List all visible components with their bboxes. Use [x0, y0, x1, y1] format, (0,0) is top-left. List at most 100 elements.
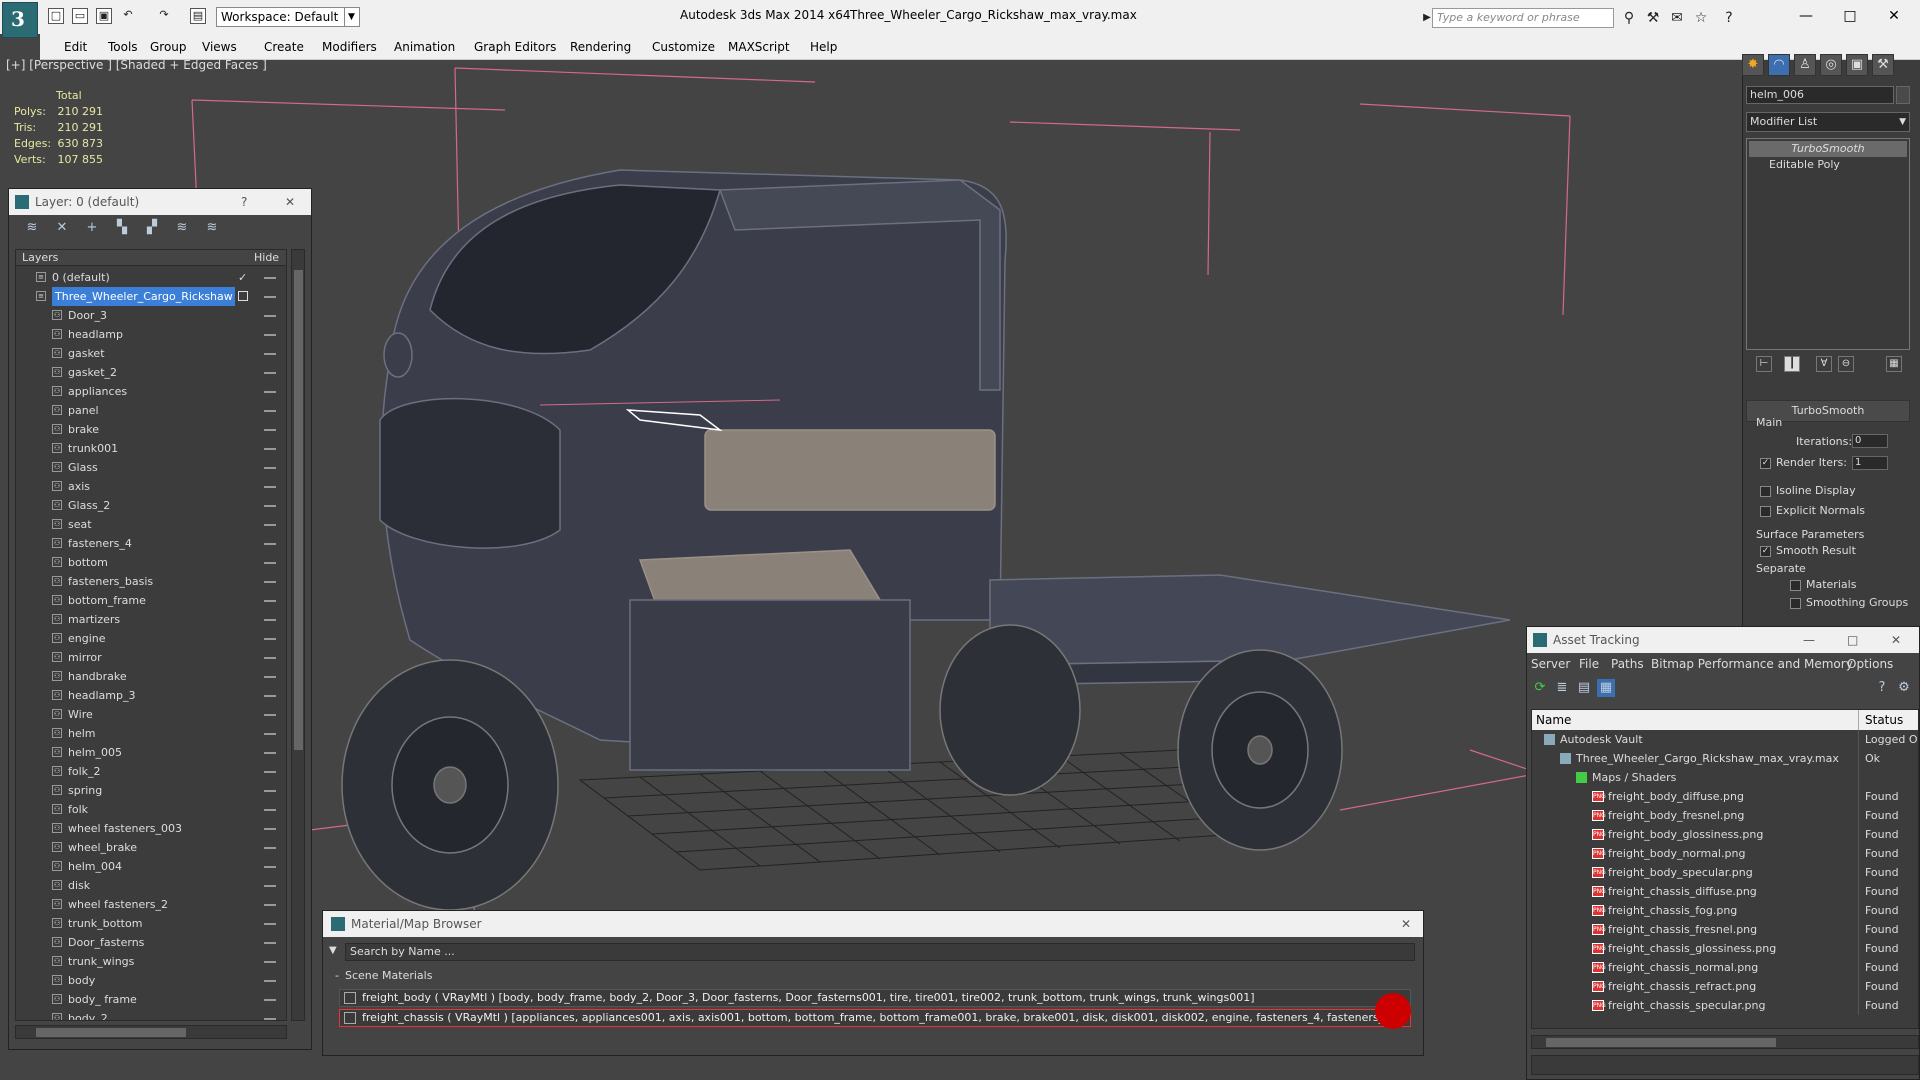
maximize-button[interactable]: □	[1830, 4, 1870, 28]
layer-row[interactable]: ⚇ martizers	[16, 610, 286, 629]
layer-manager-titlebar[interactable]: Layer: 0 (default) ? ✕	[9, 189, 311, 215]
hide-toggle[interactable]	[264, 353, 276, 355]
undo-icon[interactable]: ↶	[120, 8, 136, 24]
hide-toggle[interactable]	[264, 1018, 276, 1020]
layer-row[interactable]: ⚇ wheel fasteners_2	[16, 895, 286, 914]
layer-list[interactable]: Layers Hide ≡ 0 (default) ✓ ≡ Three_Wheeler_…	[15, 249, 287, 1021]
layer-row[interactable]: ⚇ trunk_wings	[16, 952, 286, 971]
list-view-icon[interactable]: ≣	[1553, 679, 1571, 697]
asset-row[interactable]: Three_Wheeler_Cargo_Rickshaw_max_vray.ma…	[1532, 749, 1918, 768]
modify-tab-icon[interactable]: ◠	[1768, 54, 1790, 76]
workspace-dropdown-arrow-icon[interactable]: ▼	[344, 7, 358, 27]
highlight-layer-icon[interactable]: ▞	[143, 219, 161, 237]
redo-icon[interactable]: ↷	[156, 8, 172, 24]
layer-row[interactable]: ⚇ handbrake	[16, 667, 286, 686]
asset-row[interactable]: PNG freight_chassis_diffuse.png Found	[1532, 882, 1918, 901]
hide-all-icon[interactable]: ≋	[173, 219, 191, 237]
hide-toggle[interactable]	[264, 619, 276, 621]
layer-row[interactable]: ⚇ engine	[16, 629, 286, 648]
menu-create[interactable]: Create	[264, 40, 304, 54]
hide-toggle[interactable]	[264, 695, 276, 697]
vault-help-icon[interactable]: ?	[1873, 679, 1891, 697]
material-row[interactable]: freight_chassis ( VRayMtl ) [appliances,…	[339, 1009, 1411, 1027]
show-end-result-icon[interactable]: ┃	[1784, 356, 1800, 372]
render-iters-checkbox[interactable]: ✓	[1760, 458, 1771, 469]
material-row[interactable]: freight_body ( VRayMtl ) [body, body_fra…	[339, 989, 1411, 1007]
asset-row[interactable]: PNG freight_chassis_normal.png Found	[1532, 958, 1918, 977]
layer-row[interactable]: ⚇ Door_3	[16, 306, 286, 325]
smooth-result-checkbox[interactable]: ✓	[1760, 546, 1771, 557]
asset-row[interactable]: Autodesk Vault Logged Ou	[1532, 730, 1918, 749]
menu-animation[interactable]: Animation	[394, 40, 455, 54]
layer-row[interactable]: ⚇ body	[16, 971, 286, 990]
help-button[interactable]: ?	[241, 189, 247, 215]
asset-row[interactable]: PNG freight_chassis_fresnel.png Found	[1532, 920, 1918, 939]
layers-column-header[interactable]: Layers	[22, 251, 58, 264]
layer-row[interactable]: ⚇ headlamp_3	[16, 686, 286, 705]
hide-toggle[interactable]	[264, 999, 276, 1001]
hide-toggle[interactable]	[264, 790, 276, 792]
asset-row[interactable]: PNG freight_chassis_specular.png Found	[1532, 996, 1918, 1015]
hide-toggle[interactable]	[264, 885, 276, 887]
search-input[interactable]: Type a keyword or phrase	[1432, 8, 1614, 28]
freeze-all-icon[interactable]: ≋	[203, 219, 221, 237]
browser-options-icon[interactable]: ▼	[329, 945, 337, 956]
hide-toggle[interactable]	[264, 980, 276, 982]
materials-checkbox[interactable]	[1790, 580, 1801, 591]
open-file-icon[interactable]: ▭	[72, 8, 88, 24]
menu-options[interactable]: Options	[1847, 657, 1893, 671]
tree-view-icon[interactable]: ▤	[1575, 679, 1593, 697]
object-name-field[interactable]: helm_006	[1746, 86, 1894, 104]
stack-item-editable-poly[interactable]: Editable Poly	[1749, 157, 1907, 173]
hide-toggle[interactable]	[264, 562, 276, 564]
pin-stack-icon[interactable]: ⊢	[1756, 356, 1772, 372]
layer-row[interactable]: ⚇ gasket	[16, 344, 286, 363]
layer-row[interactable]: ⚇ disk	[16, 876, 286, 895]
configure-sets-icon[interactable]: ▦	[1886, 356, 1902, 372]
hide-toggle[interactable]	[264, 372, 276, 374]
hide-toggle[interactable]	[264, 638, 276, 640]
hide-toggle[interactable]	[264, 942, 276, 944]
add-selected-icon[interactable]: +	[83, 219, 101, 237]
layer-row[interactable]: ⚇ helm_005	[16, 743, 286, 762]
subscription-icon[interactable]: ⚒	[1644, 9, 1662, 27]
minimize-button[interactable]: —	[1803, 627, 1815, 653]
layer-row[interactable]: ⚇ folk	[16, 800, 286, 819]
menu-modifiers[interactable]: Modifiers	[322, 40, 377, 54]
current-layer-check-icon[interactable]: ✓	[238, 268, 247, 287]
project-folder-icon[interactable]: ▤	[190, 8, 206, 24]
scroll-thumb[interactable]	[294, 270, 303, 750]
hide-toggle[interactable]	[264, 391, 276, 393]
new-file-icon[interactable]: □	[48, 8, 64, 24]
display-tab-icon[interactable]: ▣	[1846, 54, 1868, 76]
menu-bitmap-performance[interactable]: Bitmap Performance and Memory	[1651, 657, 1853, 671]
stack-item-turbosmooth[interactable]: TurboSmooth	[1749, 141, 1907, 157]
menu-file[interactable]: File	[1579, 657, 1599, 671]
layer-horizontal-scrollbar[interactable]	[15, 1025, 287, 1039]
layer-row[interactable]: ⚇ wheel fasteners_003	[16, 819, 286, 838]
hide-toggle[interactable]	[264, 676, 276, 678]
communication-center-icon[interactable]: ✉	[1668, 9, 1686, 27]
menu-help[interactable]: Help	[810, 40, 837, 54]
status-column-header[interactable]: Status	[1858, 710, 1903, 730]
layer-row[interactable]: ⚇ Door_fasterns	[16, 933, 286, 952]
create-tab-icon[interactable]: ✸	[1742, 54, 1764, 76]
create-layer-icon[interactable]: ≋	[23, 219, 41, 237]
vault-settings-icon[interactable]: ⚙	[1895, 679, 1913, 697]
scroll-thumb[interactable]	[1546, 1038, 1776, 1047]
close-button[interactable]: ✕	[1891, 627, 1901, 653]
layer-row[interactable]: ⚇ body_2	[16, 1009, 286, 1020]
layer-row[interactable]: ⚇ body_ frame	[16, 990, 286, 1009]
asset-row[interactable]: Maps / Shaders	[1532, 768, 1918, 787]
motion-tab-icon[interactable]: ◎	[1820, 54, 1842, 76]
asset-row[interactable]: PNG freight_chassis_fog.png Found	[1532, 901, 1918, 920]
layer-row[interactable]: ⚇ brake	[16, 420, 286, 439]
menu-group[interactable]: Group	[150, 40, 187, 54]
hide-column-header[interactable]: Hide	[254, 251, 279, 264]
refresh-icon[interactable]: ⟳	[1531, 679, 1549, 697]
layer-row[interactable]: ≡ Three_Wheeler_Cargo_Rickshaw	[16, 287, 286, 306]
utilities-tab-icon[interactable]: ⚒	[1872, 54, 1894, 76]
hide-toggle[interactable]	[264, 714, 276, 716]
asset-row[interactable]: PNG freight_body_glossiness.png Found	[1532, 825, 1918, 844]
modifier-list-dropdown[interactable]: Modifier List ▼	[1746, 112, 1910, 132]
